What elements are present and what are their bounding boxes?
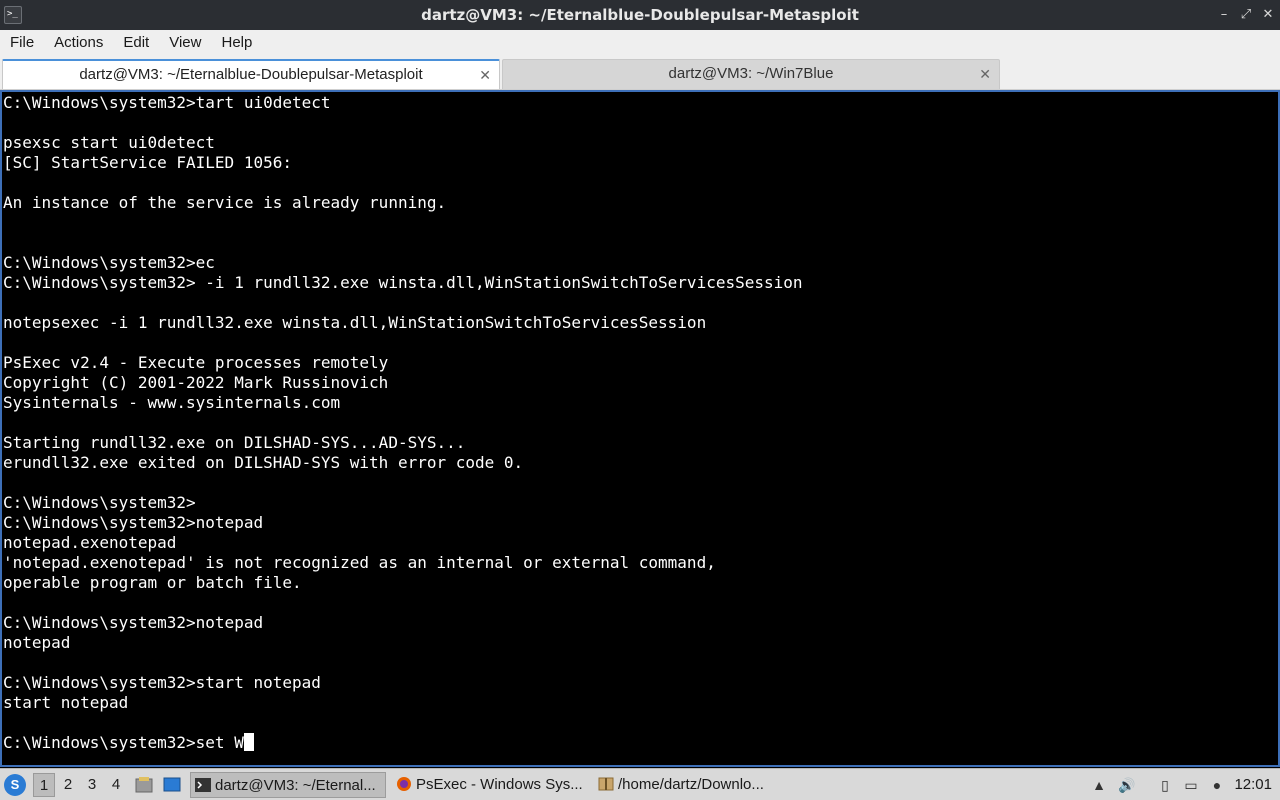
terminal-line: C:\Windows\system32> bbox=[3, 493, 196, 512]
tab-label: dartz@VM3: ~/Win7Blue bbox=[668, 65, 834, 82]
tab-close-icon[interactable]: ✕ bbox=[479, 61, 491, 89]
terminal-line: Sysinternals - www.sysinternals.com bbox=[3, 393, 341, 412]
terminal-line: [SC] StartService FAILED 1056: bbox=[3, 153, 292, 172]
window-title: dartz@VM3: ~/Eternalblue-Doublepulsar-Me… bbox=[421, 6, 859, 24]
workspace-1[interactable]: 1 bbox=[33, 773, 55, 797]
terminal-line: C:\Windows\system32>ec bbox=[3, 253, 215, 272]
menu-view[interactable]: View bbox=[163, 30, 207, 56]
task-firefox[interactable]: PsExec - Windows Sys... bbox=[392, 772, 588, 798]
terminal-line: notepad bbox=[3, 633, 71, 652]
terminal-line: C:\Windows\system32>notepad bbox=[3, 613, 264, 632]
terminal-line: C:\Windows\system32>set W bbox=[3, 733, 803, 753]
terminal-line: C:\Windows\system32>tart ui0detect bbox=[3, 93, 331, 112]
workspace-3[interactable]: 3 bbox=[81, 773, 103, 797]
task-label: /home/dartz/Downlo... bbox=[618, 776, 764, 793]
firefox-icon bbox=[397, 777, 411, 791]
menu-edit[interactable]: Edit bbox=[117, 30, 155, 56]
terminal-line: start notepad bbox=[3, 693, 129, 712]
terminal-line: erundll32.exe exited on DILSHAD-SYS with… bbox=[3, 453, 524, 472]
workspace-2[interactable]: 2 bbox=[57, 773, 79, 797]
clock[interactable]: 12:01 bbox=[1234, 769, 1272, 800]
menu-file[interactable]: File bbox=[4, 30, 40, 56]
menu-actions[interactable]: Actions bbox=[48, 30, 109, 56]
maximize-button[interactable]: ⤢ bbox=[1236, 5, 1256, 25]
workspace-4[interactable]: 4 bbox=[105, 773, 127, 797]
task-label: PsExec - Windows Sys... bbox=[416, 776, 583, 793]
window-titlebar[interactable]: >_ dartz@VM3: ~/Eternalblue-Doublepulsar… bbox=[0, 0, 1280, 30]
terminal-line: Copyright (C) 2001-2022 Mark Russinovich bbox=[3, 373, 389, 392]
terminal-line: PsExec v2.4 - Execute processes remotely bbox=[3, 353, 389, 372]
network-icon[interactable]: ▭ bbox=[1182, 776, 1200, 794]
tab-eternalblue[interactable]: dartz@VM3: ~/Eternalblue-Doublepulsar-Me… bbox=[2, 59, 500, 89]
menubar: File Actions Edit View Help bbox=[0, 30, 1280, 56]
minimize-button[interactable]: – bbox=[1214, 5, 1234, 25]
tab-label: dartz@VM3: ~/Eternalblue-Doublepulsar-Me… bbox=[79, 66, 423, 83]
terminal-line: notepad.exenotepad bbox=[3, 533, 177, 552]
terminal-line: Starting rundll32.exe on DILSHAD-SYS...A… bbox=[3, 433, 466, 452]
task-archive[interactable]: /home/dartz/Downlo... bbox=[594, 772, 790, 798]
terminal-cursor bbox=[243, 733, 254, 751]
task-label: dartz@VM3: ~/Eternal... bbox=[215, 777, 376, 794]
file-manager-icon[interactable] bbox=[134, 775, 154, 795]
volume-icon[interactable]: 🔊 bbox=[1118, 776, 1136, 794]
terminal-view[interactable]: C:\Windows\system32>tart ui0detect psexsc… bbox=[0, 90, 1280, 767]
task-terminal[interactable]: dartz@VM3: ~/Eternal... bbox=[190, 772, 386, 798]
taskbar: S 1 2 3 4 dartz@VM3: ~/Eternal... PsExec… bbox=[0, 768, 1280, 800]
archive-icon bbox=[598, 777, 614, 791]
clipboard-icon[interactable]: ▯ bbox=[1156, 776, 1174, 794]
terminal-line: 'notepad.exenotepad' is not recognized a… bbox=[3, 553, 716, 572]
tray-up-arrow-icon[interactable]: ▲ bbox=[1090, 776, 1108, 794]
terminal-icon bbox=[195, 778, 211, 792]
tab-win7blue[interactable]: dartz@VM3: ~/Win7Blue ✕ bbox=[502, 59, 1000, 89]
terminal-line: C:\Windows\system32>notepad bbox=[3, 513, 264, 532]
menu-help[interactable]: Help bbox=[215, 30, 258, 56]
tab-bar: dartz@VM3: ~/Eternalblue-Doublepulsar-Me… bbox=[0, 56, 1280, 90]
terminal-line: C:\Windows\system32> -i 1 rundll32.exe w… bbox=[3, 273, 803, 292]
terminal-line: C:\Windows\system32>start notepad bbox=[3, 673, 321, 692]
terminal-line: notepsexec -i 1 rundll32.exe winsta.dll,… bbox=[3, 313, 707, 332]
tab-close-icon[interactable]: ✕ bbox=[979, 60, 991, 88]
terminal-line: An instance of the service is already ru… bbox=[3, 193, 447, 212]
terminal-line: psexsc start ui0detect bbox=[3, 133, 215, 152]
terminal-line: operable program or batch file. bbox=[3, 573, 302, 592]
terminal-output: C:\Windows\system32>tart ui0detect psexsc… bbox=[3, 93, 803, 753]
notification-icon[interactable]: ● bbox=[1208, 776, 1226, 794]
close-button[interactable]: ✕ bbox=[1258, 5, 1278, 25]
show-desktop-icon[interactable] bbox=[162, 775, 182, 795]
start-menu-button[interactable]: S bbox=[4, 774, 26, 796]
